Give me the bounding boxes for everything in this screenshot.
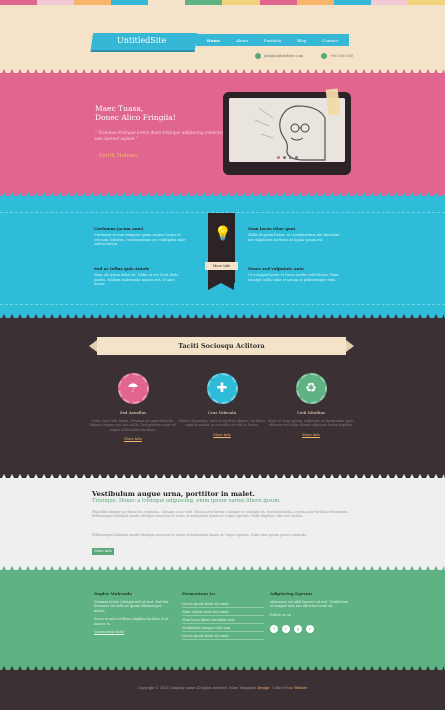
hero-title: Maec Tuasa, Donec Alico Fringila! xyxy=(95,104,215,122)
feature-item: Sed ac tellus quis Antale Nam ulo ipsun … xyxy=(94,266,186,287)
phone-text: +00 000 000 xyxy=(330,54,354,58)
feature-text: Ut volutpat lorem et fusce iaculis velit… xyxy=(248,273,339,282)
feature-title: Curlomus jacum amet xyxy=(94,226,144,231)
service-text: Nunc ut nunc ipsum, vulputate ac ferment… xyxy=(268,419,354,428)
site-logo[interactable]: UntitledSite xyxy=(117,36,166,45)
feature-title: Fusce sed vulputate ante xyxy=(248,266,304,271)
nav-about[interactable]: About xyxy=(236,38,248,43)
nav-portfolio[interactable]: Portfolio xyxy=(264,38,281,43)
copyright-text: Copyright © 2013 Company name All rights… xyxy=(137,686,257,690)
footer-link-list: Lorem ipsum dolor sit amet Nunc varius r… xyxy=(182,600,264,640)
nav-contact[interactable]: Contact xyxy=(322,38,338,43)
footer-text: Fusce at ante et libero dapibus facilisi… xyxy=(94,617,169,626)
service-title: Sed Aenellus xyxy=(119,410,147,415)
hero-title-line1: Maec Tuasa, xyxy=(95,104,144,113)
contact-info: info@untitledsite.com +00 000 000 xyxy=(255,53,353,59)
service-title: Cras Vehicula xyxy=(208,410,236,415)
nav-home[interactable]: Home xyxy=(207,38,220,43)
recycle-icon: ♻ xyxy=(295,373,327,404)
banner-notch xyxy=(208,283,234,290)
footer-link[interactable]: Nunc varius risus fact amet xyxy=(182,608,264,616)
service-more-link[interactable]: More Info xyxy=(213,433,231,437)
service-item: ✚ Cras Vehicula Mauris dignissim, justo … xyxy=(177,373,267,437)
social-links: f t g r xyxy=(270,625,350,634)
hero-title-line2: Donec Alico Fringila! xyxy=(95,113,176,122)
feature-banner xyxy=(208,213,235,283)
service-item: ♻ Cedi Nitulitas Nunc ut nunc ipsum, vul… xyxy=(266,373,356,437)
about-subheading: Tristique. Donec a tristique adipiscing,… xyxy=(92,498,281,504)
slider-dot[interactable] xyxy=(276,156,280,159)
feature-text: Nulla id quam lorem, et condimentum dui … xyxy=(248,233,340,242)
footer-column-title: Adipiscing Egestas xyxy=(270,591,313,596)
feature-item: Nam lacus vitae quat Nulla id quam lorem… xyxy=(248,226,340,242)
copyright-text: - Collect from xyxy=(270,686,295,690)
facebook-icon[interactable]: f xyxy=(270,625,278,634)
service-more-link[interactable]: More Info xyxy=(302,433,320,437)
main-nav: Home About Portfolio Blog Contact xyxy=(196,34,349,46)
email-text[interactable]: info@untitledsite.com xyxy=(264,54,303,58)
feature-title: Sed ac tellus quis Antale xyxy=(94,266,150,271)
service-more-link[interactable]: More Info xyxy=(124,437,142,441)
rss-icon[interactable]: r xyxy=(306,625,314,634)
about-more-button[interactable]: More Info xyxy=(92,548,114,555)
hero-quote: " Vivamus tristique lorem diam tristique… xyxy=(95,130,223,141)
umbrella-icon: ☂ xyxy=(117,373,149,404)
email-icon xyxy=(255,53,261,59)
footer-column: Adipiscing Egestas Maecenas est nibh lao… xyxy=(270,591,350,634)
footer-text: Maecenas est nibh laoreet vel nisl. Vest… xyxy=(270,600,348,609)
service-title: Cedi Nitulitas xyxy=(296,410,326,415)
copyright-link[interactable]: Website xyxy=(294,686,307,690)
footer-column: Fermentum Lo Lorem ipsum dolor sit amet … xyxy=(182,591,264,640)
service-text: Nunc eget velit lorem. Vivamus sit amet … xyxy=(89,419,177,432)
zigzag-divider xyxy=(0,666,445,674)
slider-dot[interactable] xyxy=(282,156,286,159)
feature-text: Curtamos ut nun tetiquior quam sontus lu… xyxy=(94,233,186,247)
slider-dots xyxy=(229,156,345,159)
puzzle-icon: ✚ xyxy=(206,373,238,404)
phone-icon xyxy=(321,53,328,59)
footer-column: Dopler Malesada Vivamus lectus volutpat … xyxy=(94,591,174,634)
footer-column-title: Fermentum Lo xyxy=(182,591,215,596)
tape-decoration xyxy=(325,88,341,116)
stitch-line xyxy=(0,304,445,305)
copyright: Copyright © 2013 Company name All rights… xyxy=(0,686,445,690)
about-paragraph: Pellentesque habitant morbi tristique se… xyxy=(92,533,308,537)
about-heading: Vestibulum augue urna, porttitor in male… xyxy=(92,490,255,498)
google-plus-icon[interactable]: g xyxy=(294,625,302,634)
twitter-icon[interactable]: t xyxy=(282,625,290,634)
nav-blog[interactable]: Blog xyxy=(297,38,306,43)
footer-link[interactable]: Consectetur dolor xyxy=(94,630,174,634)
about-paragraph: Phasellus tempor porttitor leo a egestas… xyxy=(92,510,349,519)
services-heading: Taciti Sociosqu Aclitora xyxy=(89,337,354,355)
footer-link[interactable]: Lorem ipsum dolor sit amet xyxy=(182,600,264,608)
footer-link[interactable]: Lorem ipsum dolor sit amet xyxy=(182,632,264,640)
slider-dot[interactable] xyxy=(294,156,298,159)
footer-link[interactable]: Vestibulum tempus velit sem xyxy=(182,624,264,632)
service-text: Mauris dignissim, justo at facilisis ali… xyxy=(178,419,266,428)
footer-link[interactable]: Nam lacus libero tincidunt erat xyxy=(182,616,264,624)
copyright-link[interactable]: Design xyxy=(258,686,270,690)
feature-title: Nam lacus vitae quat xyxy=(248,226,296,231)
feature-text: Nam ulo ipsun dolor sit. Nulla at est et… xyxy=(94,273,179,287)
footer-column-title: Dopler Malesada xyxy=(94,591,132,596)
service-item: ☂ Sed Aenellus Nunc eget velit lorem. Vi… xyxy=(88,373,178,441)
hero-author: - Smith Holmes xyxy=(95,153,139,159)
feature-item: Fusce sed vulputate ante Ut volutpat lor… xyxy=(248,266,340,282)
footer-text: Vivamus lectus volutpat nisl at erat. Se… xyxy=(94,600,169,613)
more-info-button[interactable]: More Info xyxy=(205,262,238,270)
feature-item: Curlomus jacum amet Curtamos ut nun teti… xyxy=(94,226,186,247)
lightbulb-icon: 💡 xyxy=(214,226,232,242)
footer-follow-label: Follow us on xyxy=(270,612,292,617)
slider-dot[interactable] xyxy=(288,156,292,159)
